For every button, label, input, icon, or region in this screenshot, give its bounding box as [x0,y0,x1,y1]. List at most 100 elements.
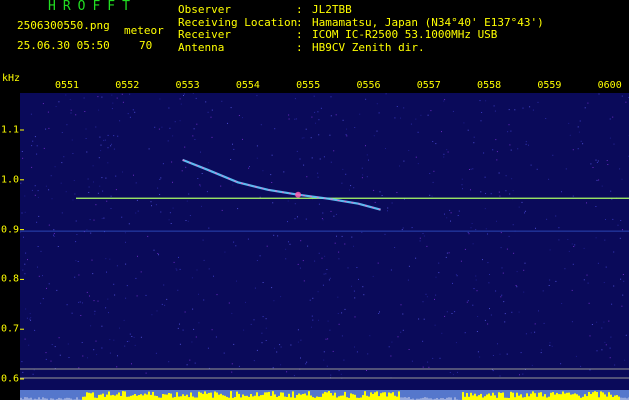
noise-speck [353,290,355,292]
noise-band-bar [606,396,608,400]
noise-speck [523,291,525,293]
noise-speck [365,145,366,147]
noise-speck [170,223,172,224]
noise-speck [396,192,398,193]
noise-speck [400,117,401,119]
noise-band-bar [386,396,388,400]
noise-speck [136,295,138,297]
noise-speck [484,208,486,210]
noise-speck [173,261,175,263]
noise-speck [220,185,222,187]
noise-speck [480,191,482,193]
noise-speck [145,372,147,374]
noise-band-bar [220,393,222,400]
noise-speck [423,318,425,320]
noise-speck [624,359,626,361]
x-tick-label: 0559 [537,80,562,91]
noise-speck [125,297,127,299]
noise-speck [280,296,282,298]
noise-speck [485,100,487,102]
noise-speck [155,352,157,354]
info-row-observer: Observer: JL2TBB [178,3,352,16]
noise-speck [568,250,570,252]
noise-speck [235,245,237,247]
noise-speck [110,195,112,197]
noise-band-bar [112,394,114,400]
y-tick-label: 0.8 [1,273,20,285]
noise-speck [126,285,128,287]
noise-speck [475,229,477,231]
noise-band-bar [316,396,318,400]
noise-speck [589,369,591,371]
noise-speck [351,285,352,287]
noise-speck [295,118,297,120]
noise-band-bar [218,394,220,400]
noise-speck [408,265,410,267]
y-axis-unit: kHz [2,73,21,84]
noise-speck [47,111,49,113]
noise-speck [88,186,90,188]
noise-speck [122,171,123,173]
noise-speck [98,157,100,159]
x-tick-label: 0553 [175,80,200,91]
noise-speck [607,164,609,165]
noise-speck [596,321,598,323]
noise-speck [330,161,332,163]
noise-speck [422,366,424,368]
noise-speck [318,319,319,321]
noise-band-bar [616,395,618,400]
noise-speck [193,328,195,330]
noise-speck [454,311,456,313]
noise-speck [519,374,520,376]
noise-speck [99,136,101,138]
noise-speck [175,268,177,270]
noise-band-bar [394,395,396,400]
noise-speck [346,135,348,137]
noise-speck [194,362,196,364]
noise-band-bar [170,393,172,400]
noise-speck [232,184,234,186]
noise-band-bar [516,392,518,400]
noise-speck [336,235,337,237]
noise-speck [509,193,511,195]
noise-speck [159,194,161,195]
noise-band-bar [266,392,268,400]
noise-speck [192,93,194,94]
noise-speck [540,352,542,354]
noise-speck [571,321,573,323]
noise-speck [341,182,343,184]
noise-speck [555,215,557,217]
noise-speck [20,182,22,184]
noise-speck [59,354,61,356]
noise-speck [475,275,477,277]
noise-speck [124,232,126,234]
noise-speck [145,294,147,296]
noise-speck [189,359,191,361]
noise-speck [93,181,94,183]
noise-speck [93,219,95,221]
noise-speck [231,371,233,373]
noise-band-bar [306,395,308,400]
noise-speck [571,243,573,245]
noise-speck [38,215,40,217]
noise-speck [180,103,182,105]
noise-band-bar [398,391,400,400]
spectrogram-svg [20,93,629,400]
noise-band-bar [542,396,544,400]
noise-speck [511,311,513,313]
noise-speck [408,150,410,151]
noise-speck [124,345,126,347]
noise-speck [99,185,101,187]
noise-band-bar [544,394,546,400]
noise-speck [441,332,443,334]
noise-speck [377,262,379,264]
noise-speck [25,252,27,254]
noise-speck [502,272,504,274]
noise-speck [411,227,413,229]
noise-speck [306,176,308,178]
noise-speck [242,138,243,140]
noise-speck [498,172,500,174]
noise-band-bar [532,391,534,400]
noise-speck [101,347,103,349]
noise-speck [444,213,445,215]
